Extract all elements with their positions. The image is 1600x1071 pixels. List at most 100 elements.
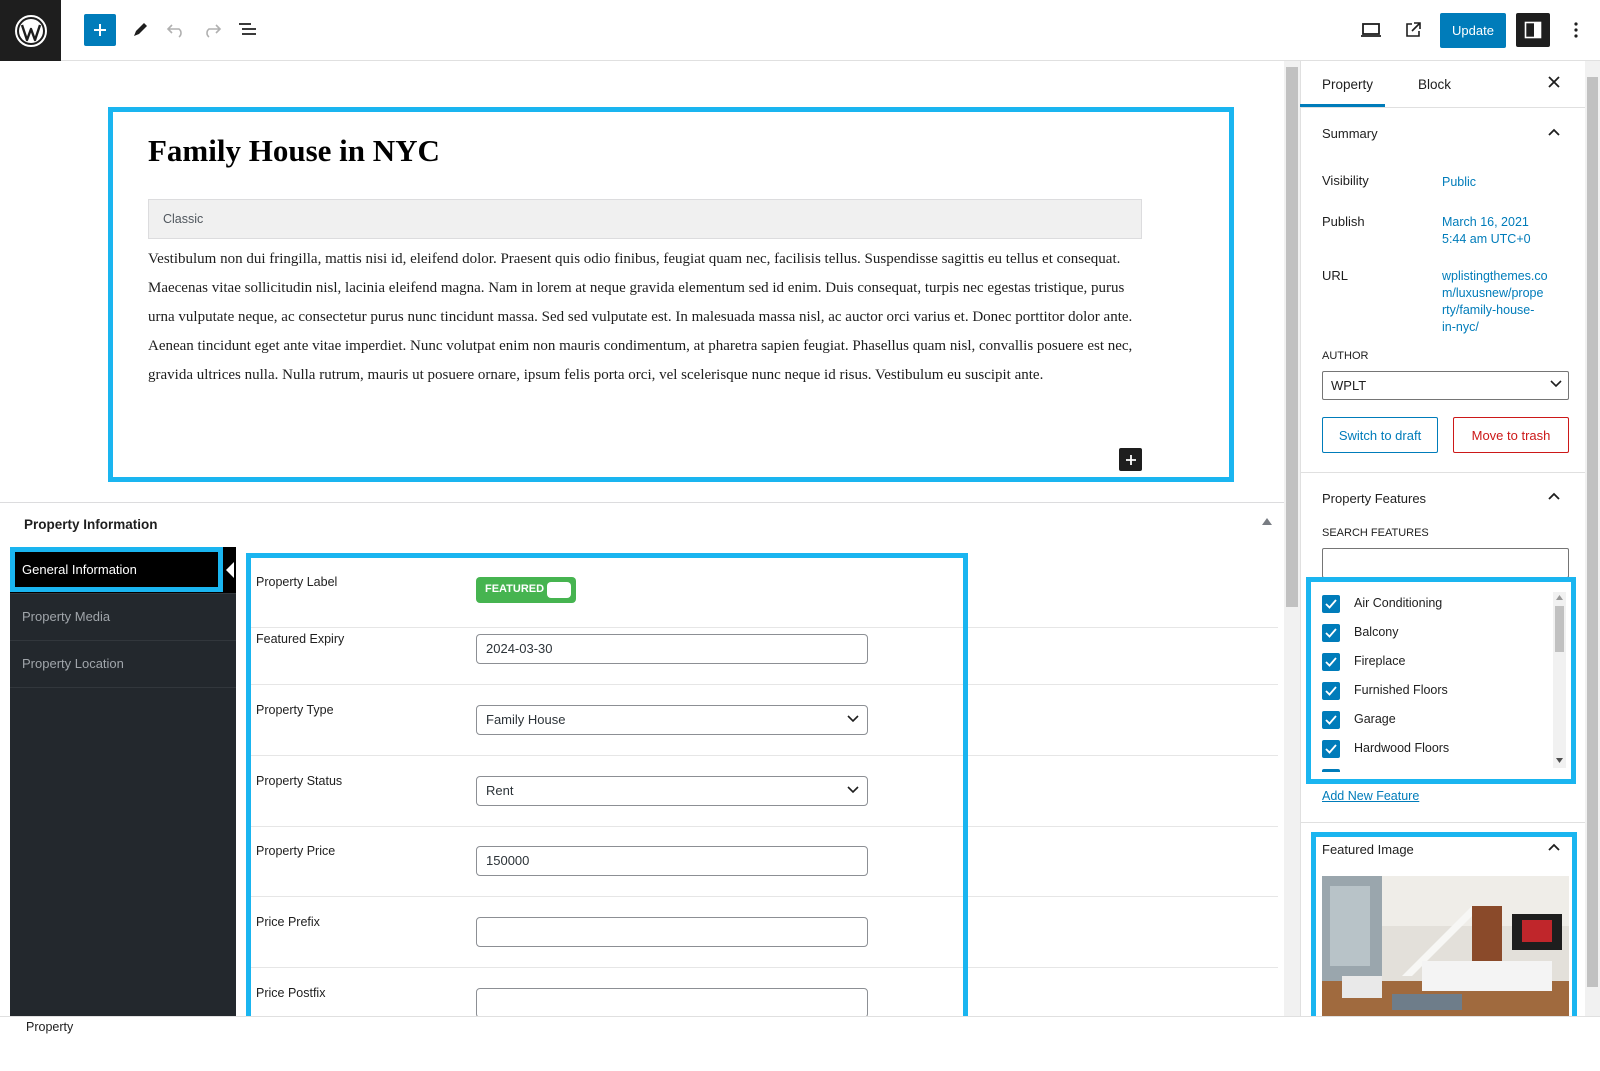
scroll-up-arrow-icon	[1556, 595, 1563, 600]
post-title[interactable]: Family House in NYC	[148, 133, 440, 169]
nav-active-pointer	[226, 562, 234, 578]
featured-expiry-input[interactable]: 2024-03-30	[476, 634, 868, 664]
wordpress-logo-icon[interactable]	[0, 0, 61, 61]
feature-item[interactable]: Air Conditioning	[1322, 592, 1554, 620]
price-postfix-label: Price Postfix	[256, 986, 326, 1000]
more-options-icon[interactable]	[1560, 14, 1592, 46]
add-new-feature-link[interactable]: Add New Feature	[1322, 789, 1419, 803]
url-line: wplistingthemes.co	[1442, 269, 1548, 283]
publish-time: 5:44 am UTC+0	[1442, 232, 1531, 246]
features-list: Air Conditioning Balcony Fireplace Furni…	[1322, 592, 1554, 772]
scroll-down-arrow-icon	[1556, 758, 1563, 763]
chevron-up-icon[interactable]	[1548, 128, 1560, 136]
author-value: WPLT	[1331, 378, 1367, 393]
url-line: m/luxusnew/prope	[1442, 286, 1544, 300]
caret-up-icon[interactable]	[1262, 518, 1272, 525]
field-row-price-prefix: Price Prefix	[248, 897, 1278, 968]
chevron-up-icon[interactable]	[1548, 492, 1560, 500]
price-prefix-label: Price Prefix	[256, 915, 320, 929]
field-row-property-status: Property Status Rent	[248, 756, 1278, 827]
tab-block[interactable]: Block	[1418, 77, 1451, 92]
preview-device-icon[interactable]	[1355, 14, 1387, 46]
property-status-label: Property Status	[256, 774, 343, 788]
property-price-label: Property Price	[256, 844, 336, 858]
document-overview-icon[interactable]	[232, 14, 264, 46]
chevron-down-icon	[847, 786, 859, 794]
checkbox-checked-icon[interactable]	[1322, 624, 1340, 642]
price-postfix-input[interactable]	[476, 988, 868, 1016]
chevron-up-icon[interactable]	[1548, 843, 1560, 851]
classic-block-toolbar[interactable]: Classic	[148, 199, 1142, 239]
chevron-down-icon	[1550, 380, 1562, 388]
update-button[interactable]: Update	[1440, 13, 1506, 48]
active-tab-indicator	[1300, 104, 1385, 107]
living-room-image	[1322, 876, 1569, 1016]
feature-name: Furnished Floors	[1354, 683, 1448, 697]
feature-name: Fireplace	[1354, 654, 1406, 668]
visibility-value[interactable]: Public	[1442, 174, 1476, 191]
url-label: URL	[1322, 268, 1349, 283]
field-row-price-postfix: Price Postfix	[248, 968, 1278, 1016]
undo-icon[interactable]	[160, 14, 192, 46]
feature-item[interactable]: Fireplace	[1322, 650, 1554, 678]
url-link[interactable]: wplistingthemes.co m/luxusnew/prope rty/…	[1442, 268, 1548, 336]
feature-name: Hardwood Floors	[1354, 741, 1450, 755]
featured-image-thumbnail[interactable]	[1322, 876, 1569, 1016]
block-breadcrumb[interactable]: Property	[26, 1020, 73, 1034]
property-type-select[interactable]: Family House	[476, 705, 868, 735]
nav-general-information[interactable]: General Information	[10, 547, 236, 594]
features-scrollbar[interactable]	[1553, 592, 1566, 768]
price-prefix-input[interactable]	[476, 917, 868, 947]
feature-item[interactable]: Balcony	[1322, 621, 1554, 649]
featured-expiry-label: Featured Expiry	[256, 632, 345, 646]
metabox-nav: General Information Property Media Prope…	[10, 547, 236, 1019]
tab-property[interactable]: Property	[1322, 77, 1373, 92]
featured-toggle[interactable]: FEATURED	[476, 577, 576, 603]
feature-name: Balcony	[1354, 625, 1399, 639]
chevron-down-icon	[847, 715, 859, 723]
nav-property-location[interactable]: Property Location	[10, 641, 236, 688]
switch-to-draft-button[interactable]: Switch to draft	[1322, 417, 1438, 453]
property-status-select[interactable]: Rent	[476, 776, 868, 806]
feature-item[interactable]: Hardwood Floors	[1322, 737, 1554, 765]
checkbox-checked-icon[interactable]	[1322, 653, 1340, 671]
inline-add-block-button[interactable]	[1119, 448, 1142, 471]
close-icon[interactable]	[1548, 76, 1560, 88]
feature-item-partial[interactable]	[1322, 766, 1554, 772]
search-features-input[interactable]	[1322, 548, 1569, 578]
feature-item[interactable]: Furnished Floors	[1322, 679, 1554, 707]
nav-property-media[interactable]: Property Media	[10, 594, 236, 641]
property-type-label: Property Type	[256, 703, 334, 717]
author-label: AUTHOR	[1322, 350, 1369, 362]
metabox-title: Property Information	[24, 517, 158, 532]
view-post-external-icon[interactable]	[1397, 14, 1429, 46]
summary-panel-title[interactable]: Summary	[1322, 126, 1378, 141]
sidebar-scrollbar[interactable]	[1585, 61, 1600, 1016]
featured-image-panel-title[interactable]: Featured Image	[1322, 842, 1414, 857]
checkbox-checked-icon[interactable]	[1322, 740, 1340, 758]
post-content[interactable]: Vestibulum non dui fringilla, mattis nis…	[148, 245, 1140, 390]
checkbox-checked-icon[interactable]	[1322, 595, 1340, 613]
featured-toggle-text: FEATURED	[485, 583, 545, 595]
sidebar-tabs: Property Block	[1300, 61, 1585, 108]
feature-item[interactable]: Garage	[1322, 708, 1554, 736]
panel-divider	[1300, 822, 1585, 823]
move-to-trash-button[interactable]: Move to trash	[1453, 417, 1569, 453]
edit-pencil-icon[interactable]	[124, 14, 156, 46]
redo-icon[interactable]	[196, 14, 228, 46]
publish-date: March 16, 2021	[1442, 215, 1529, 229]
property-type-value: Family House	[486, 712, 566, 727]
settings-sidebar-icon[interactable]	[1516, 13, 1550, 47]
add-block-button[interactable]	[84, 14, 116, 46]
checkbox-checked-icon[interactable]	[1322, 711, 1340, 729]
property-price-input[interactable]: 150000	[476, 846, 868, 876]
features-panel-title[interactable]: Property Features	[1322, 491, 1426, 506]
property-label-label: Property Label	[256, 575, 338, 589]
publish-date-link[interactable]: March 16, 2021 5:44 am UTC+0	[1442, 214, 1531, 248]
field-row-property-price: Property Price 150000	[248, 826, 1278, 897]
checkbox-checked-icon[interactable]	[1322, 682, 1340, 700]
publish-label: Publish	[1322, 214, 1365, 229]
checkbox-checked-icon[interactable]	[1322, 769, 1340, 772]
editor-scrollbar[interactable]	[1284, 61, 1300, 1016]
author-select[interactable]: WPLT	[1322, 371, 1569, 400]
